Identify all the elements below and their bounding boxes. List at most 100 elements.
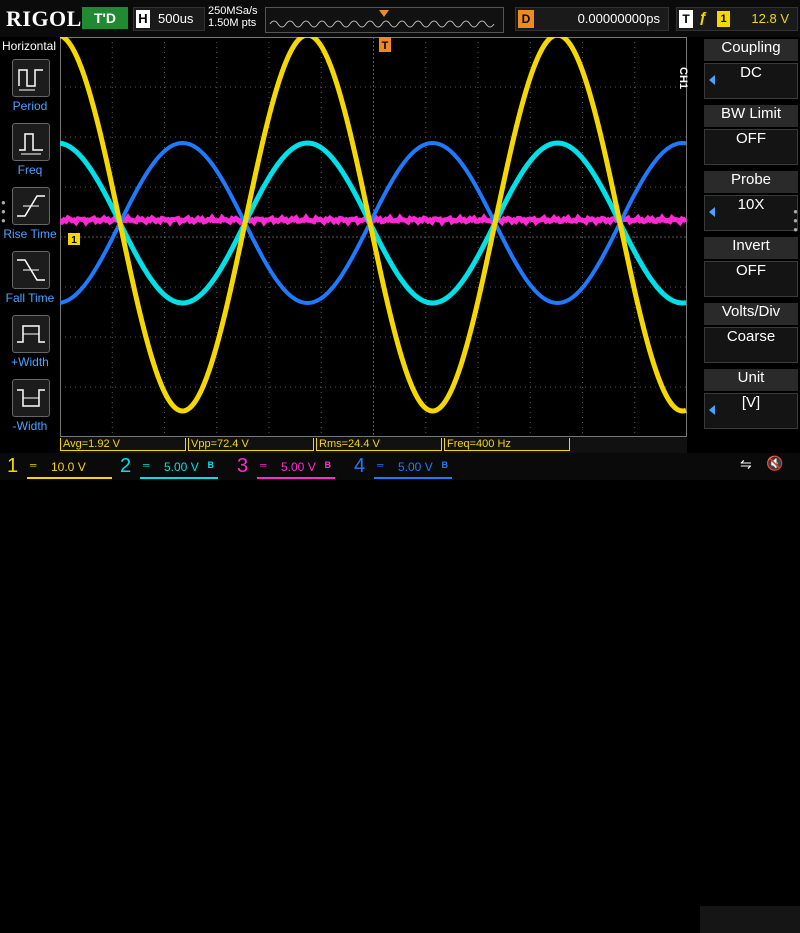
menu-item-period[interactable]: Period	[0, 59, 60, 119]
measurement-avg[interactable]: Avg=1.92 V	[60, 438, 186, 451]
unit-setting[interactable]: Unit [V]	[704, 369, 798, 433]
setting-title: Volts/Div	[704, 303, 798, 325]
frequency-icon	[12, 123, 50, 161]
arrow-left-icon	[709, 75, 715, 85]
measurement-bar: Avg=1.92 V Vpp=72.4 V Rms=24.4 V Freq=40…	[60, 437, 687, 453]
trigger-level: 12.8 V	[751, 11, 789, 26]
usb-icon: ⇋	[740, 456, 752, 472]
setting-title: Unit	[704, 369, 798, 391]
status-icon-strip	[700, 906, 800, 933]
channel-label: CH1	[677, 67, 689, 90]
waveform-overview-icon	[269, 10, 495, 28]
ch4-number[interactable]: 4	[354, 455, 365, 478]
setting-value: DC	[740, 64, 762, 81]
ch4-scale: 5.00 V	[398, 460, 433, 474]
delay-control[interactable]: D 0.00000000ps	[515, 7, 669, 31]
ch3-settings[interactable]: ═ 5.00 V B	[257, 457, 335, 479]
brand-logo: RIGOL	[6, 6, 82, 31]
acquisition-info: 250MSa/s 1.50M pts	[208, 5, 258, 29]
menu-title: Horizontal	[2, 39, 57, 53]
invert-setting[interactable]: Invert OFF	[704, 237, 798, 301]
period-icon	[12, 59, 50, 97]
negative-width-icon	[12, 379, 50, 417]
menu-label: -Width	[12, 419, 48, 433]
ch3-number[interactable]: 3	[237, 455, 248, 478]
memory-position-bar[interactable]	[265, 7, 504, 33]
bw-limit-setting[interactable]: BW Limit OFF	[704, 105, 798, 169]
setting-title: Coupling	[704, 39, 798, 61]
ch1-number[interactable]: 1	[7, 455, 18, 478]
setting-title: Probe	[704, 171, 798, 193]
bw-limit-icon: B	[441, 460, 449, 470]
speaker-muted-icon[interactable]: 🔇	[766, 455, 783, 472]
horizontal-menu: Horizontal Period Freq Rise Time Fall Ti…	[0, 37, 60, 457]
ch2-scale: 5.00 V	[164, 460, 199, 474]
coupling-setting[interactable]: Coupling DC	[704, 39, 798, 103]
ch4-settings[interactable]: ═ 5.00 V B	[374, 457, 452, 479]
setting-value: Coarse	[726, 328, 776, 345]
setting-value: [V]	[741, 394, 761, 411]
plot-markers: T 1	[68, 37, 391, 246]
fall-time-icon	[12, 251, 50, 289]
ch3-scale: 5.00 V	[281, 460, 316, 474]
measurement-vpp[interactable]: Vpp=72.4 V	[188, 438, 314, 451]
ch2-settings[interactable]: ═ 5.00 V B	[140, 457, 218, 479]
probe-setting[interactable]: Probe 10X	[704, 171, 798, 235]
menu-item-fall-time[interactable]: Fall Time	[0, 251, 60, 311]
menu-label: Freq	[17, 163, 43, 177]
setting-value-box: [V]	[704, 393, 798, 429]
trigger-position-marker[interactable]: T	[379, 37, 391, 52]
setting-value-box: DC	[704, 63, 798, 99]
setting-value-box: OFF	[704, 129, 798, 165]
memory-depth: 1.50M pts	[208, 17, 257, 29]
rise-time-icon	[12, 187, 50, 225]
menu-label: Fall Time	[5, 291, 55, 305]
channel-menu: CH1 Coupling DC BW Limit OFF Probe 10X I…	[677, 37, 800, 437]
ch1-marker-label: 1	[71, 235, 77, 246]
sample-rate: 250MSa/s	[208, 5, 258, 17]
menu-item-rise-time[interactable]: Rise Time	[0, 187, 60, 247]
trigger-marker-label: T	[382, 40, 389, 52]
setting-title: Invert	[704, 237, 798, 259]
channel-bar: 1 ═ 10.0 V 2 ═ 5.00 V B 3 ═ 5.00 V B 4 ═…	[0, 453, 800, 933]
measurement-rms[interactable]: Rms=24.4 V	[316, 438, 442, 451]
menu-item-positive-width[interactable]: +Width	[0, 315, 60, 375]
timebase-control[interactable]: H 500us	[133, 7, 205, 31]
ch1-settings[interactable]: ═ 10.0 V	[27, 457, 112, 479]
menu-label: +Width	[11, 355, 49, 369]
menu-label: Rise Time	[3, 227, 57, 241]
setting-value: OFF	[736, 262, 766, 279]
run-state-badge[interactable]: T'D	[82, 7, 128, 29]
trigger-source: 1	[717, 11, 730, 27]
page-indicator-right: ● ● ●	[793, 207, 798, 234]
rising-edge-icon: ƒ	[699, 9, 708, 26]
setting-value-box: OFF	[704, 261, 798, 297]
setting-value: OFF	[736, 130, 766, 147]
waveform-display[interactable]: T 1	[60, 37, 687, 437]
setting-title: BW Limit	[704, 105, 798, 127]
trigger-control[interactable]: T ƒ 1 12.8 V	[676, 7, 798, 31]
timebase-value: 500us	[158, 11, 194, 26]
dc-coupling-icon: ═	[377, 460, 384, 470]
setting-value: 10X	[737, 196, 765, 213]
ch2-number[interactable]: 2	[120, 455, 131, 478]
dc-coupling-icon: ═	[143, 460, 150, 470]
menu-item-negative-width[interactable]: -Width	[0, 379, 60, 439]
volts-div-setting[interactable]: Volts/Div Coarse	[704, 303, 798, 367]
page-indicator-left: ● ● ●	[1, 198, 6, 225]
dc-coupling-icon: ═	[260, 460, 267, 470]
bw-limit-icon: B	[324, 460, 332, 470]
delay-tag: D	[518, 10, 534, 28]
menu-label: Period	[12, 99, 48, 113]
status-bar: RIGOL T'D H 500us 250MSa/s 1.50M pts D 0…	[0, 0, 800, 37]
ch1-offset-marker[interactable]: 1	[68, 233, 80, 246]
menu-item-freq[interactable]: Freq	[0, 123, 60, 183]
bw-limit-icon: B	[207, 460, 215, 470]
measurement-freq[interactable]: Freq=400 Hz	[444, 438, 570, 451]
delay-value: 0.00000000ps	[577, 11, 660, 26]
positive-width-icon	[12, 315, 50, 353]
arrow-left-icon	[709, 405, 715, 415]
arrow-left-icon	[709, 207, 715, 217]
ch1-scale: 10.0 V	[51, 460, 86, 474]
setting-value-box: Coarse	[704, 327, 798, 363]
